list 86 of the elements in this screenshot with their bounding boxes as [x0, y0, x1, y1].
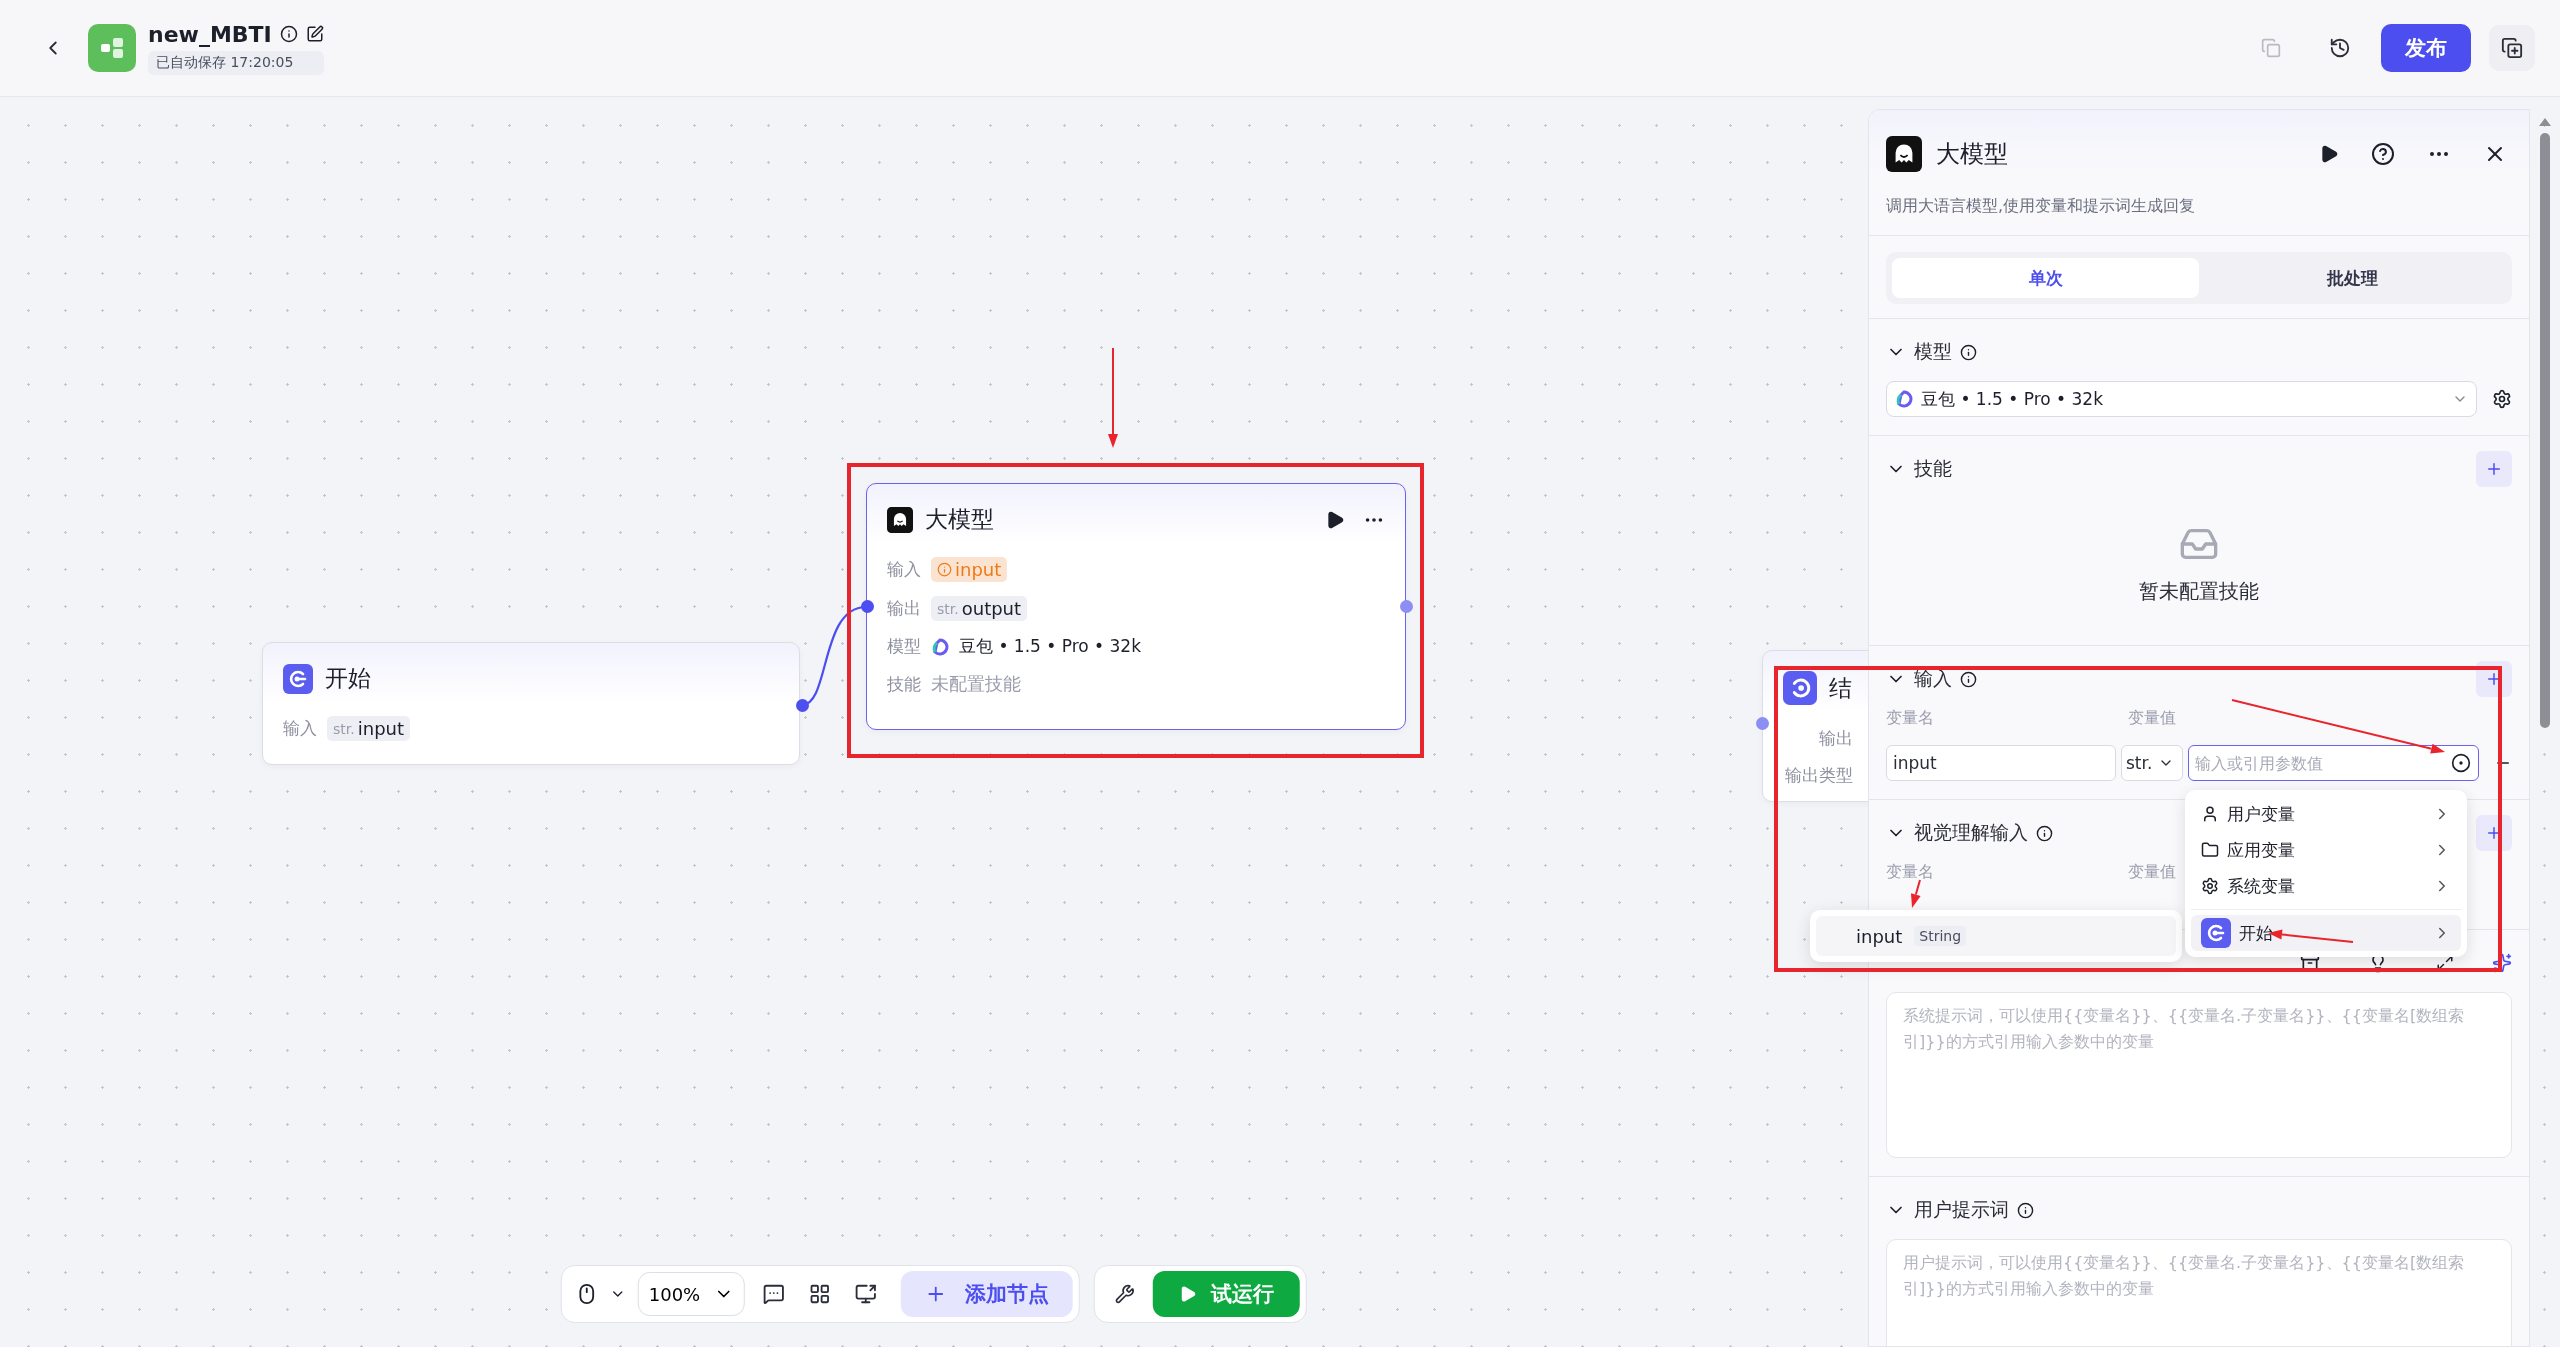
folder-icon: [2201, 841, 2219, 859]
model-name: 豆包 • 1.5 • Pro • 32k: [959, 635, 1141, 658]
info-icon[interactable]: [2036, 824, 2053, 842]
section-title: 模型: [1914, 339, 1952, 364]
copy-icon: [2261, 38, 2281, 58]
mode-tab[interactable]: 单次: [1892, 258, 2199, 298]
node-title: 开始: [325, 664, 371, 693]
menu-item[interactable]: 用户变量: [2191, 796, 2461, 832]
zoom-select[interactable]: 100%: [637, 1272, 746, 1316]
play-icon: [1179, 1285, 1198, 1303]
warning-icon: [937, 562, 952, 577]
settings-icon[interactable]: [2492, 389, 2512, 409]
skill-status: 未配置技能: [931, 672, 1021, 696]
node-field-label: 模型: [887, 635, 921, 658]
section-title: 输入: [1914, 666, 1952, 691]
section-title: 用户提示词: [1914, 1197, 2009, 1222]
annotation-arrow: [1911, 879, 1921, 908]
info-icon[interactable]: [2017, 1201, 2034, 1219]
variable-tag: str. output: [931, 596, 1028, 621]
run-icon[interactable]: [1325, 509, 1345, 530]
menu-item[interactable]: 应用变量: [2191, 832, 2461, 868]
ghost-icon: [1886, 136, 1922, 172]
panel-title: 大模型: [1936, 139, 2008, 170]
section-title: 视觉理解输入: [1914, 820, 2028, 845]
node-field-label: 输入: [283, 717, 317, 740]
info-icon[interactable]: [279, 25, 298, 43]
menu-item[interactable]: 系统变量: [2191, 868, 2461, 904]
ghost-icon: [887, 506, 913, 533]
panel-description: 调用大语言模型,使用变量和提示词生成回复: [1869, 172, 2529, 236]
app-logo-icon: [99, 35, 125, 61]
empty-message: 暂未配置技能: [2139, 578, 2259, 605]
node-field-label: 输出: [887, 597, 921, 620]
node-field-label: 输出类型: [1784, 764, 1853, 787]
start-node-icon: [283, 663, 313, 694]
duplicate-button[interactable]: [2489, 25, 2535, 71]
sparkle-icon[interactable]: [2492, 953, 2512, 973]
plus-icon: [2485, 460, 2503, 478]
node-field-label: 输入: [887, 558, 921, 581]
publish-button[interactable]: 发布: [2381, 24, 2471, 72]
variable-value-field[interactable]: 输入或引用参数值: [2188, 745, 2479, 781]
comment-icon: [763, 1283, 786, 1305]
screen-icon: [855, 1283, 878, 1305]
column-label: 变量值: [2128, 708, 2177, 729]
section-title: 技能: [1914, 456, 1952, 481]
variable-name-field[interactable]: input: [1886, 745, 2116, 781]
model-select[interactable]: 豆包 • 1.5 • Pro • 32k: [1886, 381, 2477, 417]
autosave-status: 已自动保存 17:20:05: [148, 50, 324, 75]
node-title: 结: [1829, 673, 1852, 703]
grid-icon: [809, 1283, 832, 1305]
scroll-up-icon[interactable]: [2538, 117, 2552, 127]
mode-tab[interactable]: 批处理: [2199, 258, 2506, 298]
reference-icon[interactable]: [2451, 753, 2471, 773]
menu-item[interactable]: 开始: [2191, 915, 2461, 951]
edit-icon[interactable]: [305, 25, 324, 43]
end-node-icon: [1783, 671, 1817, 705]
workflow-node[interactable]: 开始 输入 str. input: [262, 642, 800, 765]
user-prompt-field[interactable]: 用户提示词，可以使用{{变量名}}、{{变量名.子变量名}}、{{变量名[数组索引]}}的方式引用输入参数中的变量: [1886, 1239, 2512, 1346]
column-label: 变量值: [2128, 862, 2177, 883]
system-prompt-field[interactable]: 系统提示词，可以使用{{变量名}}、{{变量名.子变量名}}、{{变量名[数组索引]}}的方式引用输入参数中的变量: [1886, 992, 2512, 1158]
warning-variable-tag: input: [931, 557, 1008, 582]
help-icon[interactable]: [2371, 142, 2395, 166]
app-title: new_MBTI: [148, 21, 272, 47]
info-icon[interactable]: [1960, 670, 1977, 688]
gear-icon: [2201, 877, 2219, 895]
node-field-label: 输出: [1818, 727, 1853, 750]
history-icon: [2329, 37, 2351, 59]
run-icon[interactable]: [2319, 144, 2339, 164]
scrollbar-thumb[interactable]: [2540, 133, 2550, 728]
add-skill-button[interactable]: [2476, 451, 2512, 487]
column-label: 变量名: [1886, 708, 1935, 729]
model-logo-icon: [1895, 390, 1913, 408]
add-node-button[interactable]: 添加节点: [901, 1271, 1074, 1317]
wrench-icon: [1115, 1284, 1136, 1304]
type-select[interactable]: str.: [2121, 745, 2183, 781]
variable-tag: str. input: [327, 716, 411, 741]
node-field-label: 技能: [887, 672, 921, 696]
column-label: 变量名: [1886, 862, 1935, 883]
duplicate-icon: [2501, 37, 2523, 59]
variable-option[interactable]: input String: [1816, 916, 2176, 956]
model-logo-icon: [931, 637, 949, 656]
workflow-node[interactable]: 大模型 输入 input 输出 str. output 模型 豆包 • 1.5 • Pro • 32k 技能 未配置技能: [866, 483, 1406, 730]
workflow-node[interactable]: 结 输出 输出类型: [1762, 650, 1868, 802]
start-node-icon: [2201, 918, 2231, 948]
node-title: 大模型: [925, 505, 994, 534]
user-icon: [2201, 805, 2219, 823]
info-icon[interactable]: [1960, 343, 1977, 361]
